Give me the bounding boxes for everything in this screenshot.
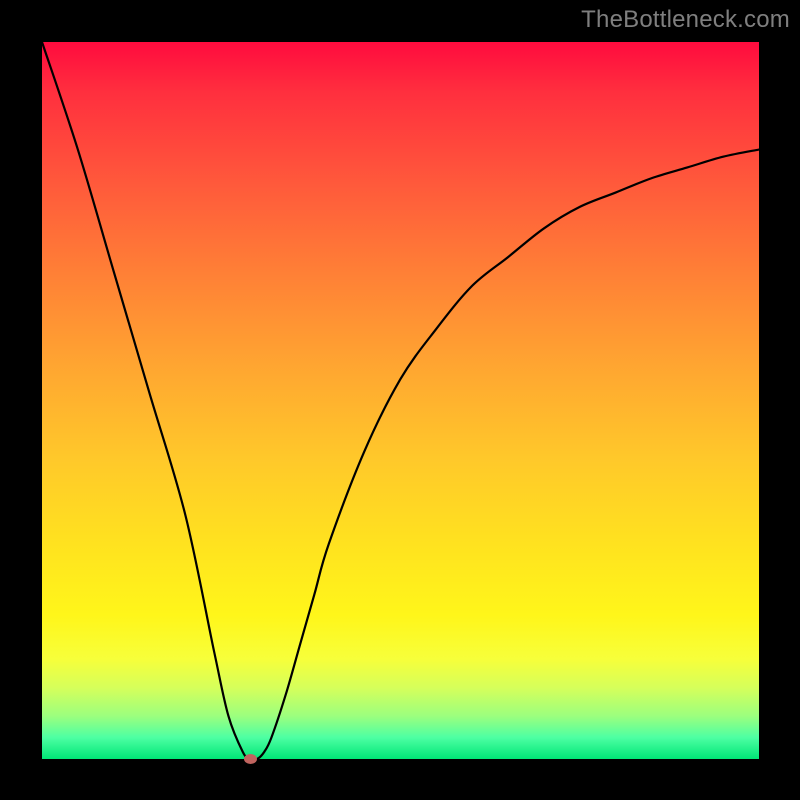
bottleneck-curve — [42, 42, 759, 759]
minimum-marker — [244, 754, 257, 764]
plot-area — [42, 42, 759, 759]
chart-stage: TheBottleneck.com — [0, 0, 800, 800]
attribution-text: TheBottleneck.com — [581, 6, 790, 34]
